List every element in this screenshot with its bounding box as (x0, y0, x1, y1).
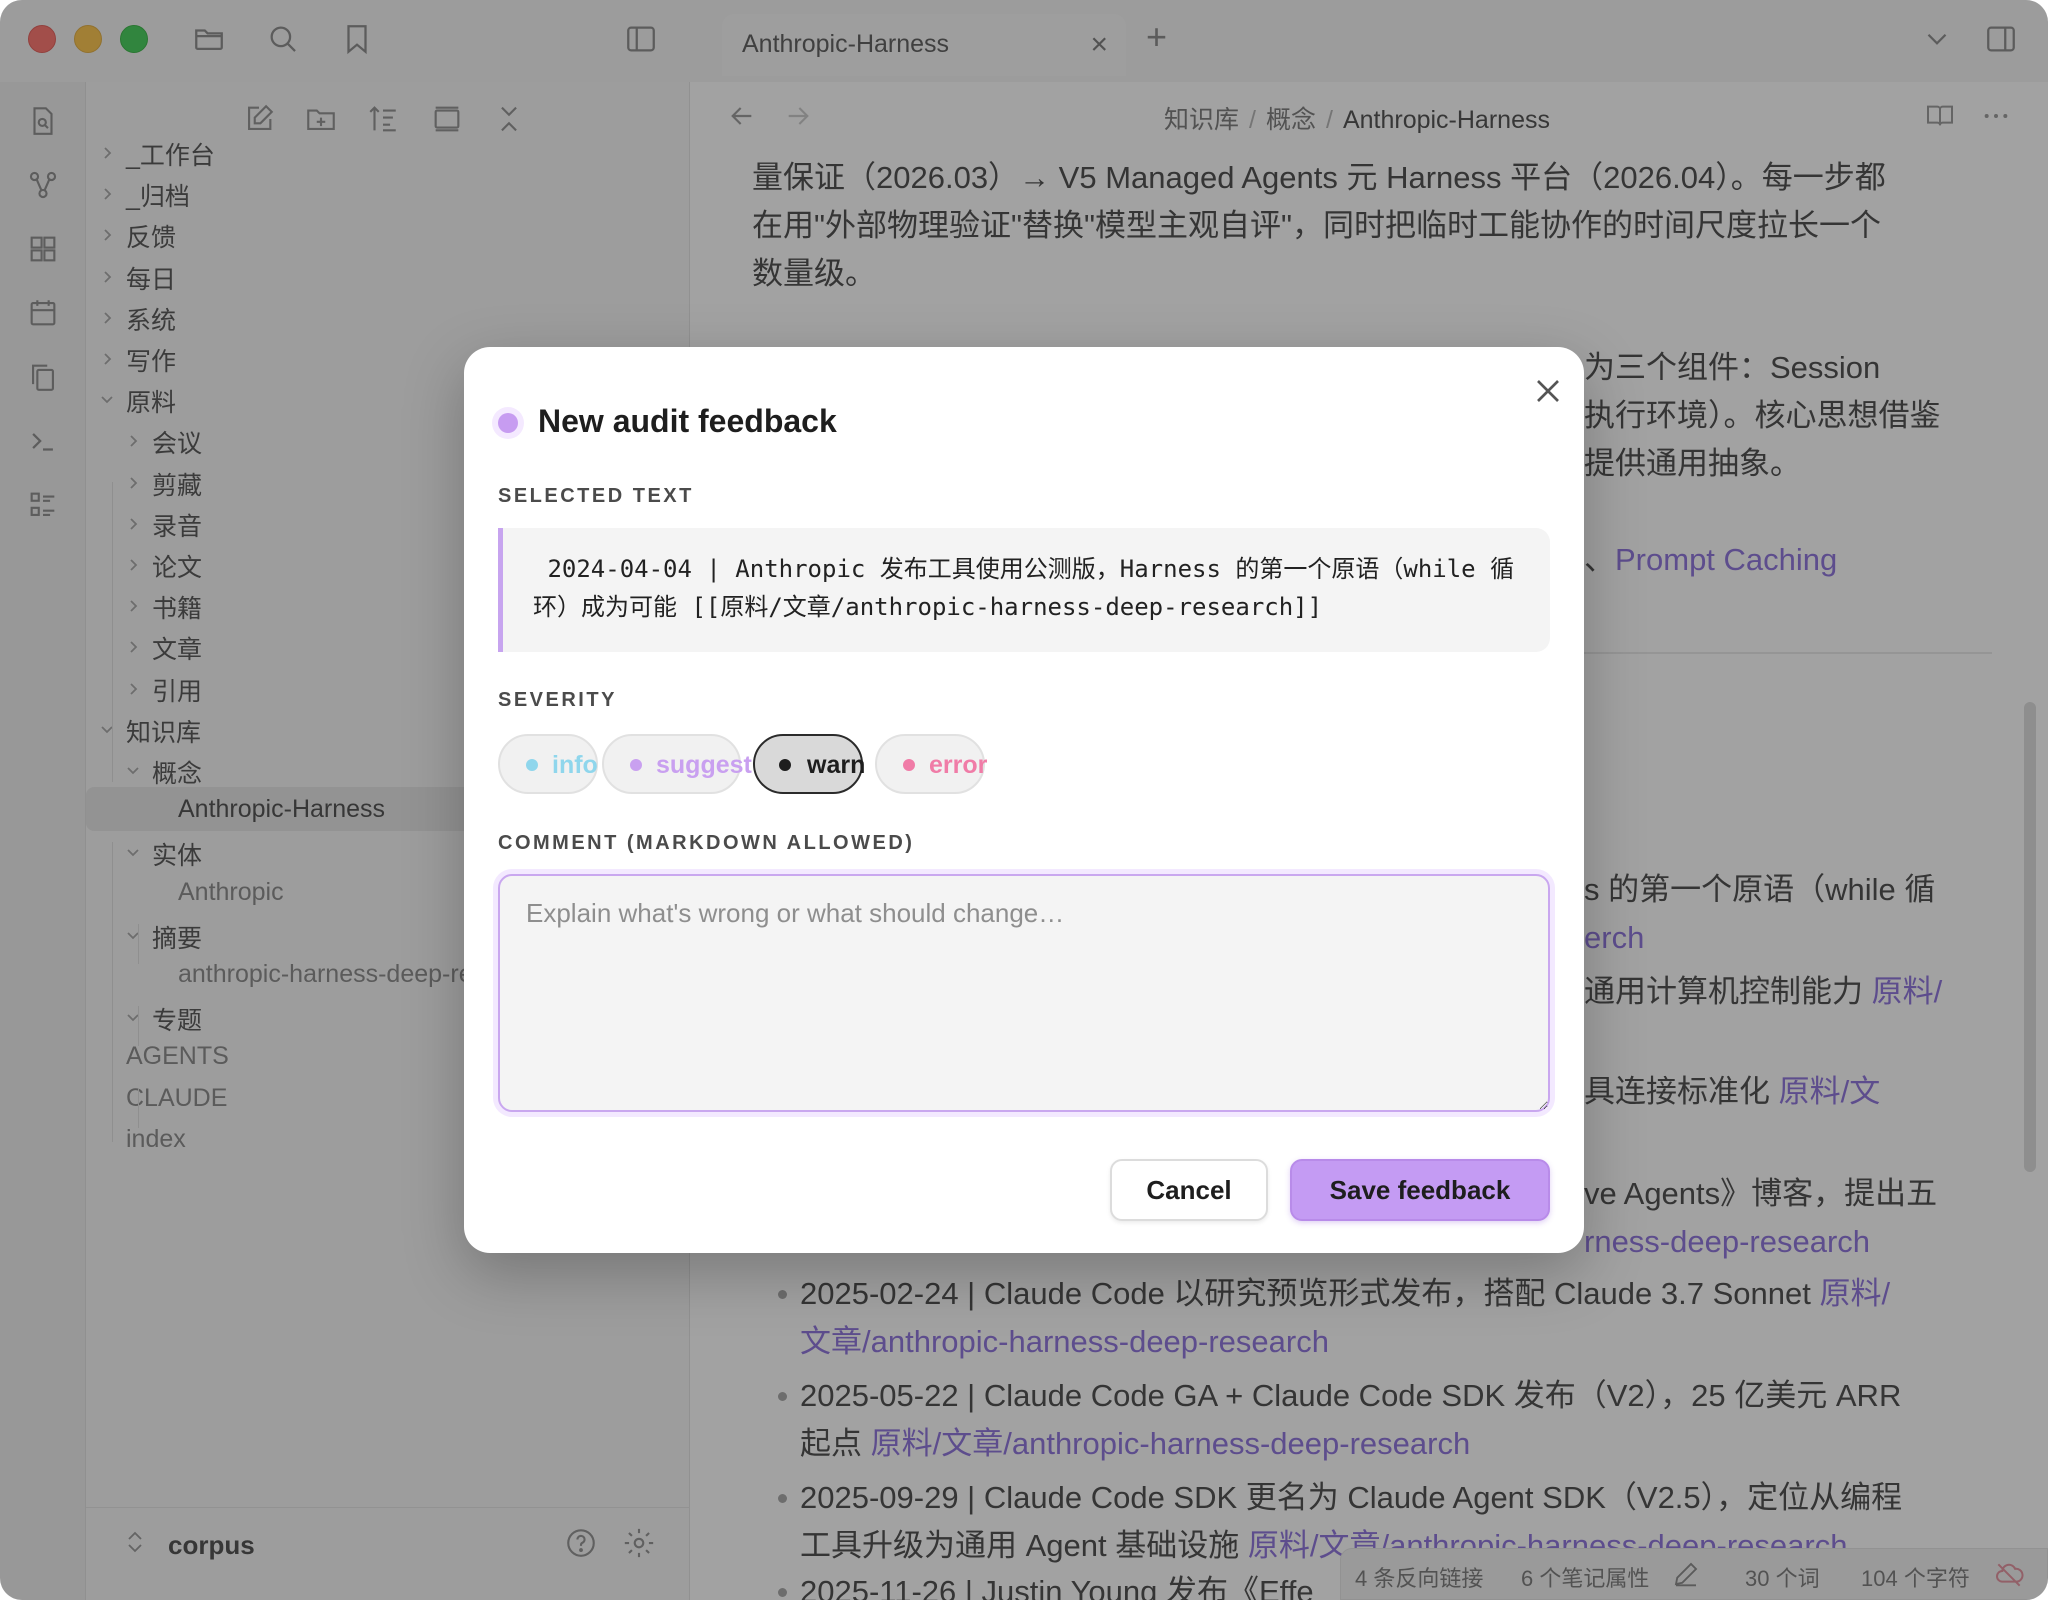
audit-feedback-dialog: New audit feedback SELECTED TEXT 2024-04… (464, 347, 1584, 1253)
severity-chip-label: suggest (656, 751, 752, 779)
severity-chip-label: info (552, 751, 598, 779)
comment-label: COMMENT (MARKDOWN ALLOWED) (498, 832, 915, 854)
severity-dot (903, 759, 915, 771)
selected-text-content: 2024-04-04 | Anthropic 发布工具使用公测版，Harness… (533, 555, 1515, 621)
severity-label: SEVERITY (498, 689, 617, 711)
severity-dot (779, 759, 791, 771)
close-icon[interactable] (1528, 371, 1568, 411)
cancel-button[interactable]: Cancel (1110, 1159, 1268, 1221)
severity-chip-label: error (929, 751, 988, 779)
severity-chip-warn[interactable]: warn (753, 734, 866, 794)
severity-dot (526, 759, 538, 771)
severity-chip-info[interactable]: info (498, 734, 598, 794)
severity-chip-suggest[interactable]: suggest (602, 734, 752, 794)
comment-input[interactable] (498, 874, 1550, 1112)
app-window: Anthropic-Harness × + _工作台 _归档 反馈 每日 系统 … (0, 0, 2048, 1600)
severity-chip-error[interactable]: error (875, 734, 988, 794)
dialog-title: New audit feedback (538, 403, 837, 439)
severity-chip-label: warn (807, 751, 866, 779)
title-status-dot (498, 413, 518, 433)
save-feedback-button[interactable]: Save feedback (1290, 1159, 1550, 1221)
selected-text-label: SELECTED TEXT (498, 485, 694, 507)
selected-text-quote: 2024-04-04 | Anthropic 发布工具使用公测版，Harness… (498, 528, 1550, 652)
severity-dot (630, 759, 642, 771)
